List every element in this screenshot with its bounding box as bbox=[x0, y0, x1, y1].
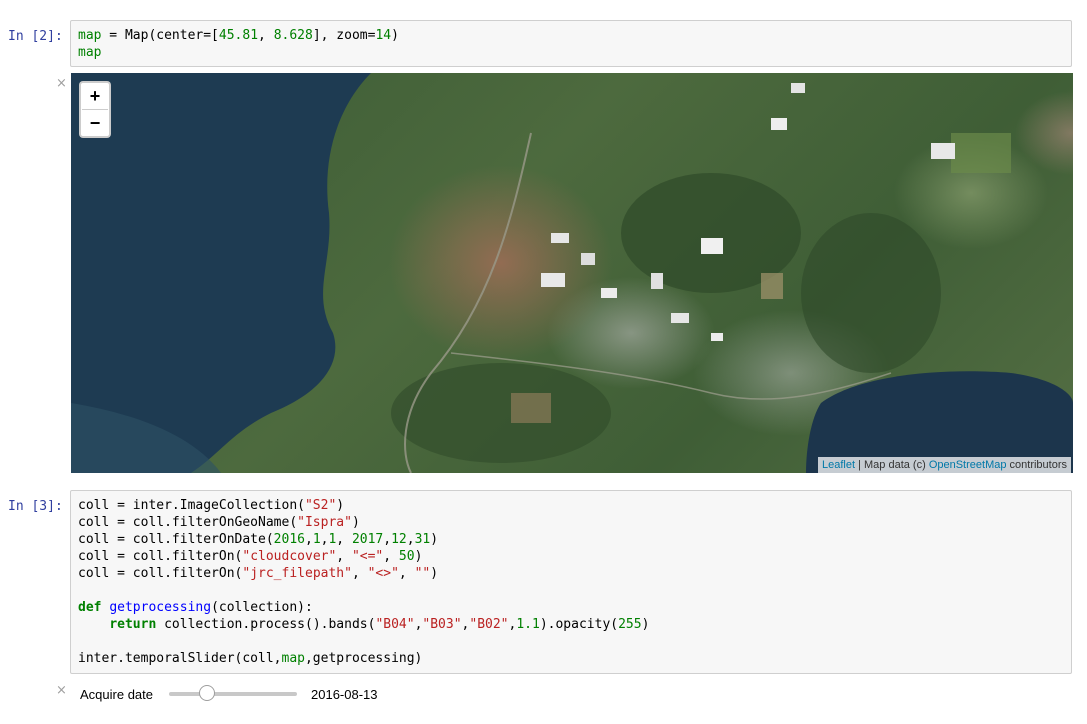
attribution-suffix: contributors bbox=[1006, 459, 1067, 471]
code-token: "Ispra" bbox=[297, 515, 352, 530]
clear-output-button-slider[interactable]: × bbox=[56, 683, 67, 698]
zoom-in-button[interactable]: + bbox=[82, 83, 108, 109]
code-token: coll = coll.filterOn( bbox=[78, 566, 243, 581]
code-token: 1 bbox=[312, 532, 321, 547]
slider-track[interactable] bbox=[169, 685, 297, 701]
code-line: inter.temporalSlider(coll,map,getprocess… bbox=[78, 650, 1064, 667]
code-token: , bbox=[304, 532, 313, 547]
code-line: coll = coll.filterOn("cloudcover", "<=",… bbox=[78, 548, 1064, 565]
code-token: ) bbox=[414, 549, 423, 564]
map-attribution: Leaflet | Map data (c) OpenStreetMap con… bbox=[818, 457, 1071, 473]
code-token: collection.process().bands( bbox=[156, 617, 376, 632]
code-token: coll = inter.ImageCollection( bbox=[78, 498, 305, 513]
code-token: "B04" bbox=[375, 617, 415, 632]
code-token: , bbox=[258, 28, 274, 43]
code-token: "<=" bbox=[351, 549, 384, 564]
code-token: 2017 bbox=[351, 532, 384, 547]
code-token: "" bbox=[414, 566, 431, 581]
leaflet-map[interactable]: + − Leaflet | Map data (c) OpenStreetMap… bbox=[71, 73, 1073, 473]
code-token: 50 bbox=[398, 549, 415, 564]
code-token: coll = coll.filterOnGeoName( bbox=[78, 515, 298, 530]
clear-output-button-map[interactable]: × bbox=[56, 76, 67, 91]
code-token: "<>" bbox=[367, 566, 399, 581]
code-line: coll = coll.filterOnDate(2016,1,1, 2017,… bbox=[78, 531, 1064, 548]
slider-handle[interactable] bbox=[199, 685, 216, 701]
code-token: = Map(center=[ bbox=[101, 28, 219, 43]
code-token: 45.81 bbox=[218, 28, 259, 43]
code-token: (collection): bbox=[211, 600, 313, 615]
code-token: ) bbox=[641, 617, 650, 632]
code-line: coll = coll.filterOn("jrc_filepath", "<>… bbox=[78, 565, 1064, 582]
slider-readout: 2016-08-13 bbox=[311, 686, 378, 702]
code-token: 255 bbox=[618, 617, 642, 632]
code-line: return collection.process().bands("B04",… bbox=[78, 616, 1064, 633]
code-token: ) bbox=[336, 498, 345, 513]
cell-prompt-2: In [2]: bbox=[8, 29, 63, 44]
code-token: ) bbox=[430, 532, 439, 547]
code-token: "S2" bbox=[304, 498, 337, 513]
code-token: "B02" bbox=[469, 617, 509, 632]
code-token: ) bbox=[391, 28, 399, 43]
code-token: def bbox=[78, 600, 102, 615]
code-token: 8.628 bbox=[273, 28, 313, 43]
code-token: ,getprocessing) bbox=[304, 651, 423, 666]
code-token: , bbox=[383, 549, 399, 564]
code-token: ) bbox=[430, 566, 439, 581]
code-token: 1.1 bbox=[516, 617, 540, 632]
code-token: , bbox=[336, 532, 352, 547]
zoom-out-button[interactable]: − bbox=[82, 109, 108, 136]
code-token: , bbox=[351, 566, 368, 581]
code-token: map bbox=[78, 45, 102, 60]
cell-prompt-3: In [3]: bbox=[8, 499, 63, 514]
code-token: ) bbox=[351, 515, 360, 530]
code-token: return bbox=[109, 617, 157, 632]
code-token: , bbox=[398, 566, 415, 581]
code-token: 2016 bbox=[273, 532, 305, 547]
code-token: , bbox=[336, 549, 352, 564]
openstreetmap-link[interactable]: OpenStreetMap bbox=[929, 459, 1007, 471]
code-token: , bbox=[406, 532, 415, 547]
code-line: map = Map(center=[45.81, 8.628], zoom=14… bbox=[78, 27, 1064, 44]
code-line: coll = coll.filterOnGeoName("Ispra") bbox=[78, 514, 1064, 531]
satellite-imagery bbox=[71, 73, 1073, 473]
code-token: 14 bbox=[375, 28, 392, 43]
slider-label: Acquire date bbox=[80, 686, 153, 702]
code-cell-input-3[interactable]: coll = inter.ImageCollection("S2") coll =… bbox=[70, 490, 1072, 674]
code-token: map bbox=[281, 651, 305, 666]
code-token: coll = coll.filterOn( bbox=[78, 549, 243, 564]
code-token: "cloudcover" bbox=[242, 549, 337, 564]
code-token: coll = coll.filterOnDate( bbox=[78, 532, 274, 547]
code-line: coll = inter.ImageCollection("S2") bbox=[78, 497, 1064, 514]
temporal-slider-widget: Acquire date 2016-08-13 bbox=[80, 684, 378, 704]
code-token: 31 bbox=[414, 532, 431, 547]
zoom-control: + − bbox=[79, 81, 111, 138]
code-token: map bbox=[78, 28, 102, 43]
code-token: "jrc_filepath" bbox=[242, 566, 352, 581]
code-line: map bbox=[78, 44, 1064, 61]
code-token: inter.temporalSlider(coll, bbox=[78, 651, 282, 666]
code-token: "B03" bbox=[422, 617, 462, 632]
attribution-separator: | Map data (c) bbox=[855, 459, 929, 471]
code-token: , bbox=[383, 532, 392, 547]
code-cell-input-2[interactable]: map = Map(center=[45.81, 8.628], zoom=14… bbox=[70, 20, 1072, 67]
leaflet-link[interactable]: Leaflet bbox=[822, 459, 855, 471]
code-line: def getprocessing(collection): bbox=[78, 599, 1064, 616]
code-token: ).opacity( bbox=[539, 617, 619, 632]
code-token: getprocessing bbox=[109, 600, 212, 615]
code-token: 12 bbox=[391, 532, 407, 547]
code-token: ], zoom= bbox=[312, 28, 376, 43]
